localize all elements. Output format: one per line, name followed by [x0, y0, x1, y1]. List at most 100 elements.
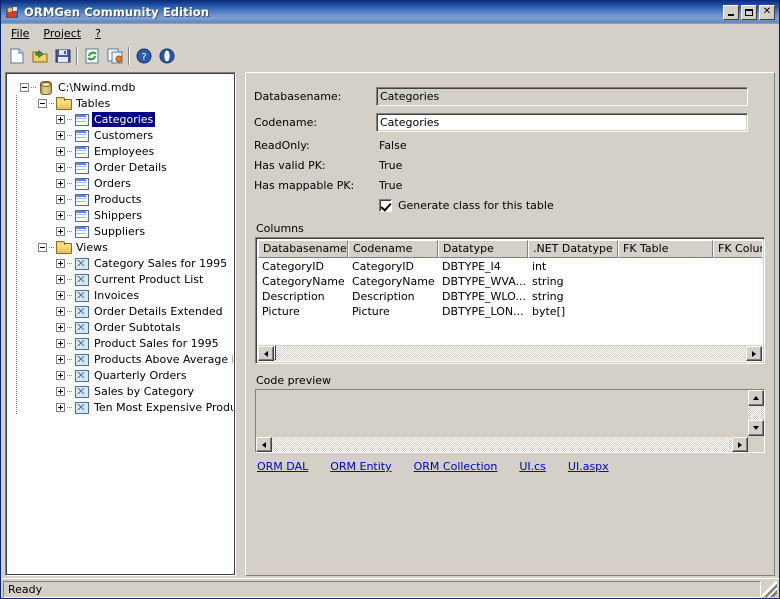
- generate-class-checkbox[interactable]: [379, 199, 392, 212]
- expand-plus-icon[interactable]: [54, 399, 67, 415]
- databasename-field[interactable]: Categories: [376, 87, 748, 106]
- code-scroll-right-button[interactable]: [732, 437, 748, 452]
- link-orm-collection[interactable]: ORM Collection: [414, 460, 498, 473]
- column-header-fk-table[interactable]: FK Table: [618, 240, 713, 258]
- expand-plus-icon[interactable]: [54, 143, 67, 159]
- collapse-minus-icon[interactable]: [36, 95, 49, 111]
- tree-node-order-details[interactable]: Order Details: [12, 159, 233, 175]
- tree-node-invoices[interactable]: Invoices: [12, 287, 233, 303]
- code-preview-vscrollbar[interactable]: [748, 390, 764, 452]
- help-icon[interactable]: ?: [132, 45, 155, 67]
- column-header-fk-column[interactable]: FK Column: [713, 240, 762, 258]
- tree-node-order-details-extended[interactable]: Order Details Extended: [12, 303, 233, 319]
- tree-node-shippers[interactable]: Shippers: [12, 207, 233, 223]
- tree-node-categories[interactable]: Categories: [12, 111, 233, 127]
- expand-plus-icon[interactable]: [54, 191, 67, 207]
- tree-node-product-sales-for-1995[interactable]: Product Sales for 1995: [12, 335, 233, 351]
- window-controls: ✕: [723, 4, 777, 20]
- column-header-databasename[interactable]: Databasename: [258, 240, 348, 258]
- tree-node-root[interactable]: C:\Nwind.mdb: [12, 79, 233, 95]
- expand-plus-icon[interactable]: [54, 111, 67, 127]
- scroll-left-button[interactable]: [258, 346, 274, 361]
- link-orm-dal[interactable]: ORM DAL: [257, 460, 308, 473]
- about-icon[interactable]: [155, 45, 178, 67]
- table-row[interactable]: CategoryID CategoryID DBTYPE_I4 int: [258, 259, 762, 274]
- codename-field[interactable]: Categories: [376, 113, 748, 132]
- tree-node-orders[interactable]: Orders: [12, 175, 233, 191]
- tree-node-products-above-average-price[interactable]: Products Above Average Price: [12, 351, 233, 367]
- columns-grid[interactable]: Databasename Codename Datatype .NET Datatyp…: [255, 237, 765, 364]
- expand-plus-icon[interactable]: [54, 303, 67, 319]
- code-scroll-down-button[interactable]: [748, 420, 764, 436]
- expand-plus-icon[interactable]: [54, 335, 67, 351]
- code-preview-text[interactable]: [256, 390, 748, 436]
- tree-node-products[interactable]: Products: [12, 191, 233, 207]
- minimize-button[interactable]: [723, 4, 739, 20]
- columns-grid-hscrollbar[interactable]: [258, 345, 762, 361]
- expand-plus-icon[interactable]: [54, 207, 67, 223]
- maximize-button[interactable]: [741, 4, 757, 20]
- tree-node-employees[interactable]: Employees: [12, 143, 233, 159]
- expand-plus-icon[interactable]: [54, 127, 67, 143]
- table-cell: byte[]: [532, 305, 566, 318]
- refresh-icon[interactable]: [80, 45, 103, 67]
- expand-plus-icon[interactable]: [54, 223, 67, 239]
- open-folder-icon[interactable]: [28, 45, 51, 67]
- code-scroll-left-button[interactable]: [256, 437, 272, 452]
- scroll-right-button[interactable]: [746, 346, 762, 361]
- code-vscroll-track[interactable]: [748, 406, 764, 420]
- generate-icon[interactable]: [103, 45, 126, 67]
- close-button[interactable]: ✕: [759, 4, 775, 20]
- code-scroll-up-button[interactable]: [748, 390, 764, 406]
- menu-item-file[interactable]: File: [4, 25, 36, 43]
- expand-plus-icon[interactable]: [54, 383, 67, 399]
- generate-class-row[interactable]: Generate class for this table: [379, 199, 766, 212]
- code-preview-hscrollbar[interactable]: [256, 436, 748, 452]
- expand-plus-icon[interactable]: [54, 367, 67, 383]
- code-preview-box[interactable]: [255, 389, 765, 453]
- link-orm-entity[interactable]: ORM Entity: [330, 460, 391, 473]
- expand-plus-icon[interactable]: [54, 287, 67, 303]
- collapse-minus-icon[interactable]: [18, 79, 31, 95]
- view-icon: [73, 303, 89, 319]
- code-hscroll-track[interactable]: [272, 437, 732, 452]
- expand-plus-icon[interactable]: [54, 351, 67, 367]
- tree-node-ten-most-expensive-products[interactable]: Ten Most Expensive Products: [12, 399, 233, 415]
- hscroll-thumb[interactable]: [274, 345, 276, 360]
- save-disk-icon[interactable]: [51, 45, 74, 67]
- link-ui-cs[interactable]: UI.cs: [519, 460, 546, 473]
- object-tree-panel[interactable]: C:\Nwind.mdb Tables Categories Customers Emp…: [5, 72, 236, 576]
- table-row[interactable]: Description Description DBTYPE_WLO... strin…: [258, 289, 762, 304]
- hscroll-track[interactable]: [274, 345, 746, 361]
- tree-node-order-subtotals[interactable]: Order Subtotals: [12, 319, 233, 335]
- status-text: Ready: [3, 580, 761, 598]
- tree-node-sales-by-category[interactable]: Sales by Category: [12, 383, 233, 399]
- tree-node-quarterly-orders[interactable]: Quarterly Orders: [12, 367, 233, 383]
- expand-plus-icon[interactable]: [54, 159, 67, 175]
- tree-node-current-product-list[interactable]: Current Product List: [12, 271, 233, 287]
- column-header-codename[interactable]: Codename: [348, 240, 438, 258]
- columns-grid-body[interactable]: CategoryID CategoryID DBTYPE_I4 int Category…: [258, 258, 762, 345]
- menu-item-help[interactable]: ?: [88, 25, 108, 43]
- tree-node-suppliers[interactable]: Suppliers: [12, 223, 233, 239]
- resize-grip[interactable]: [761, 580, 777, 597]
- column-header--net-datatype[interactable]: .NET Datatype: [528, 240, 618, 258]
- menu-item-project[interactable]: Project: [36, 25, 88, 43]
- object-tree[interactable]: C:\Nwind.mdb Tables Categories Customers Emp…: [8, 75, 233, 573]
- splitter[interactable]: [236, 71, 245, 578]
- expand-plus-icon[interactable]: [54, 255, 67, 271]
- tree-node-label: Shippers: [94, 208, 142, 222]
- new-icon[interactable]: [5, 45, 28, 67]
- expand-plus-icon[interactable]: [54, 319, 67, 335]
- tree-group-views[interactable]: Views: [12, 239, 233, 255]
- collapse-minus-icon[interactable]: [36, 239, 49, 255]
- tree-node-customers[interactable]: Customers: [12, 127, 233, 143]
- tree-node-category-sales-for-1995[interactable]: Category Sales for 1995: [12, 255, 233, 271]
- tree-group-tables[interactable]: Tables: [12, 95, 233, 111]
- expand-plus-icon[interactable]: [54, 175, 67, 191]
- column-header-datatype[interactable]: Datatype: [438, 240, 528, 258]
- expand-plus-icon[interactable]: [54, 271, 67, 287]
- table-row[interactable]: Picture Picture DBTYPE_LON... byte[]: [258, 304, 762, 319]
- table-row[interactable]: CategoryName CategoryName DBTYPE_WVA... str…: [258, 274, 762, 289]
- link-ui-aspx[interactable]: UI.aspx: [568, 460, 609, 473]
